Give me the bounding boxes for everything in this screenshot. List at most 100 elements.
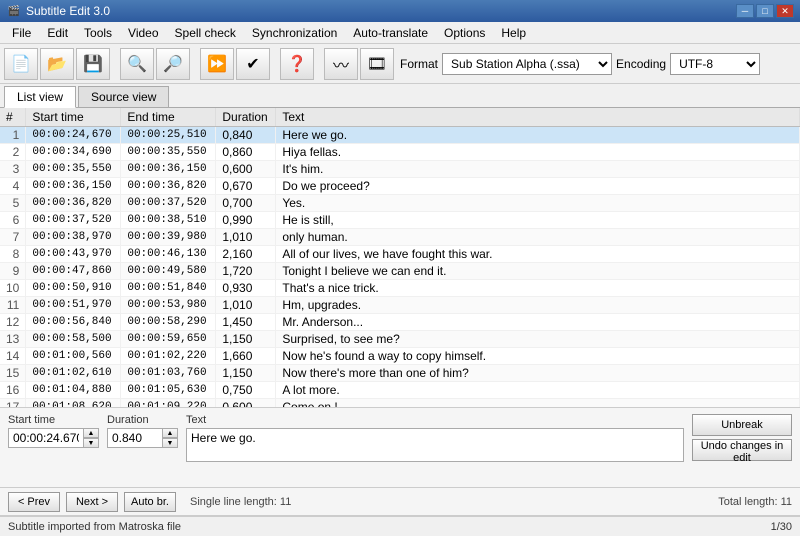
table-row[interactable]: 5 00:00:36,820 00:00:37,520 0,700 Yes. bbox=[0, 195, 800, 212]
table-row[interactable]: 6 00:00:37,520 00:00:38,510 0,990 He is … bbox=[0, 212, 800, 229]
cell-end: 00:00:36,820 bbox=[121, 178, 216, 195]
title-bar-left: 🎬 Subtitle Edit 3.0 bbox=[6, 3, 110, 19]
start-time-label: Start time bbox=[8, 414, 99, 426]
cell-start: 00:00:51,970 bbox=[26, 297, 121, 314]
close-button[interactable]: ✕ bbox=[776, 4, 794, 18]
tab-list-view[interactable]: List view bbox=[4, 86, 76, 108]
next-button[interactable]: Next > bbox=[66, 492, 118, 512]
table-row[interactable]: 10 00:00:50,910 00:00:51,840 0,930 That'… bbox=[0, 280, 800, 297]
cell-num: 6 bbox=[0, 212, 26, 229]
table-row[interactable]: 14 00:01:00,560 00:01:02,220 1,660 Now h… bbox=[0, 348, 800, 365]
search-button[interactable]: 🔍 bbox=[120, 48, 154, 80]
spell-check-button[interactable]: ✔ bbox=[236, 48, 270, 80]
cell-text: It's him. bbox=[276, 161, 800, 178]
table-row[interactable]: 15 00:01:02,610 00:01:03,760 1,150 Now t… bbox=[0, 365, 800, 382]
table-row[interactable]: 12 00:00:56,840 00:00:58,290 1,450 Mr. A… bbox=[0, 314, 800, 331]
menu-item-auto-translate[interactable]: Auto-translate bbox=[345, 22, 436, 43]
cell-num: 4 bbox=[0, 178, 26, 195]
cell-end: 00:00:51,840 bbox=[121, 280, 216, 297]
cell-end: 00:00:46,130 bbox=[121, 246, 216, 263]
menu-item-help[interactable]: Help bbox=[493, 22, 534, 43]
duration-down[interactable]: ▼ bbox=[162, 438, 178, 448]
text-label: Text bbox=[186, 414, 684, 426]
table-row[interactable]: 16 00:01:04,880 00:01:05,630 0,750 A lot… bbox=[0, 382, 800, 399]
menu-item-options[interactable]: Options bbox=[436, 22, 493, 43]
cell-dur: 0,670 bbox=[216, 178, 276, 195]
cell-num: 8 bbox=[0, 246, 26, 263]
minimize-button[interactable]: ─ bbox=[736, 4, 754, 18]
cell-num: 16 bbox=[0, 382, 26, 399]
format-select[interactable]: Sub Station Alpha (.ssa) bbox=[442, 53, 612, 75]
menu-item-spell-check[interactable]: Spell check bbox=[167, 22, 244, 43]
cell-end: 00:00:37,520 bbox=[121, 195, 216, 212]
cell-num: 5 bbox=[0, 195, 26, 212]
format-group: Format Sub Station Alpha (.ssa) Encoding… bbox=[400, 53, 760, 75]
visual-sync-button[interactable]: ⏩ bbox=[200, 48, 234, 80]
table-row[interactable]: 17 00:01:08,620 00:01:09,220 0,600 Come … bbox=[0, 399, 800, 409]
duration-up[interactable]: ▲ bbox=[162, 428, 178, 438]
cell-num: 15 bbox=[0, 365, 26, 382]
table-row[interactable]: 11 00:00:51,970 00:00:53,980 1,010 Hm, u… bbox=[0, 297, 800, 314]
start-time-input[interactable] bbox=[8, 428, 83, 448]
new-button[interactable]: 📄 bbox=[4, 48, 38, 80]
format-label: Format bbox=[400, 57, 438, 71]
cell-dur: 1,660 bbox=[216, 348, 276, 365]
edit-buttons: Unbreak Undo changes in edit bbox=[692, 414, 792, 461]
prev-button[interactable]: < Prev bbox=[8, 492, 60, 512]
duration-input[interactable] bbox=[107, 428, 162, 448]
duration-group: Duration ▲ ▼ bbox=[107, 414, 178, 448]
cell-text: Tonight I believe we can end it. bbox=[276, 263, 800, 280]
table-row[interactable]: 9 00:00:47,860 00:00:49,580 1,720 Tonigh… bbox=[0, 263, 800, 280]
text-edit[interactable] bbox=[186, 428, 684, 462]
cell-end: 00:01:03,760 bbox=[121, 365, 216, 382]
undo-changes-button[interactable]: Undo changes in edit bbox=[692, 439, 792, 461]
cell-start: 00:00:56,840 bbox=[26, 314, 121, 331]
find-replace-button[interactable]: 🔎 bbox=[156, 48, 190, 80]
table-body: 1 00:00:24,670 00:00:25,510 0,840 Here w… bbox=[0, 127, 800, 409]
menu-item-synchronization[interactable]: Synchronization bbox=[244, 22, 345, 43]
open-button[interactable]: 📂 bbox=[40, 48, 74, 80]
cell-text: A lot more. bbox=[276, 382, 800, 399]
app-icon: 🎬 bbox=[6, 3, 22, 19]
table-container[interactable]: # Start time End time Duration Text 1 00… bbox=[0, 108, 800, 408]
bottom-bar: < Prev Next > Auto br. Single line lengt… bbox=[0, 488, 800, 516]
cell-end: 00:01:09,220 bbox=[121, 399, 216, 409]
edit-area: Start time ▲ ▼ Duration ▲ ▼ Text Unbreak… bbox=[0, 408, 800, 488]
video-button[interactable]: 🎞 bbox=[360, 48, 394, 80]
maximize-button[interactable]: □ bbox=[756, 4, 774, 18]
table-row[interactable]: 3 00:00:35,550 00:00:36,150 0,600 It's h… bbox=[0, 161, 800, 178]
table-row[interactable]: 7 00:00:38,970 00:00:39,980 1,010 only h… bbox=[0, 229, 800, 246]
start-time-up[interactable]: ▲ bbox=[83, 428, 99, 438]
cell-text: Mr. Anderson... bbox=[276, 314, 800, 331]
tab-source-view[interactable]: Source view bbox=[78, 86, 169, 107]
save-button[interactable]: 💾 bbox=[76, 48, 110, 80]
menu-item-video[interactable]: Video bbox=[120, 22, 166, 43]
menu-item-tools[interactable]: Tools bbox=[76, 22, 120, 43]
table-row[interactable]: 4 00:00:36,150 00:00:36,820 0,670 Do we … bbox=[0, 178, 800, 195]
cell-text: Hiya fellas. bbox=[276, 144, 800, 161]
col-start: Start time bbox=[26, 108, 121, 127]
cell-start: 00:00:50,910 bbox=[26, 280, 121, 297]
unbreak-button[interactable]: Unbreak bbox=[692, 414, 792, 436]
encoding-select[interactable]: UTF-8 bbox=[670, 53, 760, 75]
menu-item-edit[interactable]: Edit bbox=[39, 22, 76, 43]
cell-text: Surprised, to see me? bbox=[276, 331, 800, 348]
start-time-down[interactable]: ▼ bbox=[83, 438, 99, 448]
total-length-info: Total length: 11 bbox=[718, 496, 792, 508]
menu-item-file[interactable]: File bbox=[4, 22, 39, 43]
table-row[interactable]: 2 00:00:34,690 00:00:35,550 0,860 Hiya f… bbox=[0, 144, 800, 161]
cell-dur: 0,840 bbox=[216, 127, 276, 144]
cell-start: 00:01:04,880 bbox=[26, 382, 121, 399]
cell-start: 00:00:47,860 bbox=[26, 263, 121, 280]
waveform-button[interactable]: 〰 bbox=[324, 48, 358, 80]
table-row[interactable]: 13 00:00:58,500 00:00:59,650 1,150 Surpr… bbox=[0, 331, 800, 348]
cell-dur: 1,010 bbox=[216, 229, 276, 246]
duration-label: Duration bbox=[107, 414, 178, 426]
table-row[interactable]: 1 00:00:24,670 00:00:25,510 0,840 Here w… bbox=[0, 127, 800, 144]
help-button[interactable]: ❓ bbox=[280, 48, 314, 80]
table-row[interactable]: 8 00:00:43,970 00:00:46,130 2,160 All of… bbox=[0, 246, 800, 263]
cell-num: 1 bbox=[0, 127, 26, 144]
auto-br-button[interactable]: Auto br. bbox=[124, 492, 176, 512]
cell-start: 00:00:36,150 bbox=[26, 178, 121, 195]
cell-start: 00:01:02,610 bbox=[26, 365, 121, 382]
